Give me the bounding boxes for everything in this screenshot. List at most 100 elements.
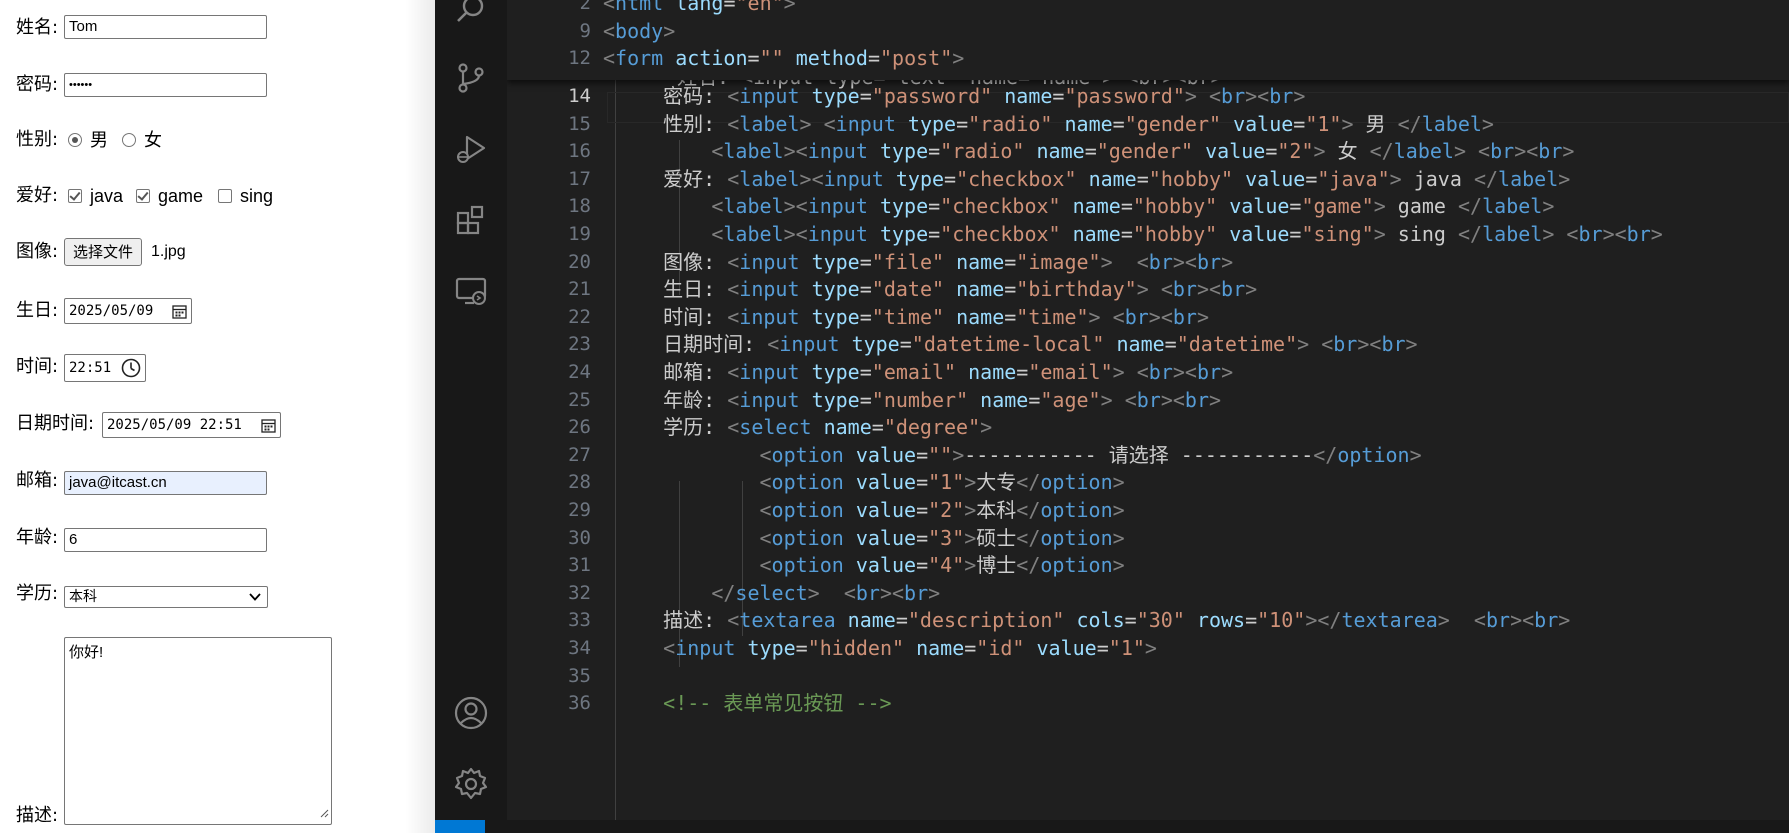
time-input[interactable]: 22:51 (64, 354, 146, 382)
code-line[interactable]: 学历: <select name="degree"> (615, 412, 992, 443)
checkbox-game[interactable] (136, 189, 150, 203)
code-line[interactable]: <label><input type="radio" name="gender"… (615, 136, 1574, 167)
line-number: 14 (568, 85, 591, 107)
hobby-option-game[interactable]: game (136, 181, 203, 211)
gender-option-male[interactable]: 男 (68, 125, 108, 155)
calendar-icon[interactable] (261, 417, 276, 441)
description-textarea[interactable]: 你好! (64, 637, 332, 825)
line-number: 34 (568, 637, 591, 659)
degree-select[interactable]: 本科 (64, 586, 268, 608)
account-icon[interactable] (447, 689, 495, 737)
degree-label: 学历: (16, 583, 59, 604)
code-line[interactable]: <label><input type="checkbox" name="hobb… (615, 191, 1554, 222)
code-line[interactable]: <!-- 表单常见按钮 --> (615, 688, 891, 719)
time-label: 时间: (16, 356, 59, 377)
hobby-option-java[interactable]: java (68, 181, 123, 211)
code-line[interactable]: <option value="1">大专</option> (615, 467, 1125, 498)
remote-indicator-button[interactable] (435, 820, 485, 833)
password-input[interactable]: •••••• (64, 73, 267, 97)
status-bar (435, 820, 1789, 833)
form-preview-panel: 姓名: Tom 密码: •••••• 性别: 男 女 爱好: java game… (0, 0, 435, 833)
degree-selected-value: 本科 (69, 589, 97, 605)
age-input[interactable]: 6 (64, 528, 267, 552)
line-number: 18 (568, 195, 591, 218)
birthday-label: 生日: (16, 300, 59, 321)
line-number: 32 (568, 581, 591, 604)
code-line[interactable]: <option value="3">硕士</option> (615, 523, 1125, 554)
gender-option-label: 男 (90, 130, 108, 150)
description-value: 你好! (69, 644, 104, 661)
image-row: 图像: (16, 237, 58, 267)
birthday-input[interactable]: 2025/05/09 (64, 298, 192, 324)
gender-row: 性别: (16, 125, 58, 155)
code-editor: 姓名: <input type="text" name="name"> <br>… (435, 0, 1789, 833)
line-number: 17 (568, 167, 591, 190)
code-line[interactable]: <label><input type="checkbox" name="hobb… (615, 219, 1662, 250)
radio-male[interactable] (68, 133, 82, 147)
line-number: 26 (568, 416, 591, 439)
checkbox-java[interactable] (68, 189, 82, 203)
age-label: 年龄: (16, 527, 59, 548)
line-number: 31 (568, 554, 591, 577)
datetime-input[interactable]: 2025/05/09 22:51 (102, 412, 281, 438)
hobby-option-label: sing (240, 186, 274, 206)
code-line[interactable]: 生日: <input type="date" name="birthday"> … (615, 274, 1257, 305)
code-line[interactable]: 爱好: <label><input type="checkbox" name="… (615, 164, 1570, 195)
hobby-option-sing[interactable]: sing (218, 181, 273, 211)
clock-icon[interactable] (121, 358, 141, 387)
sticky-line-number: 9 (579, 19, 591, 42)
line-number: 16 (568, 140, 591, 163)
hobby-option-label: game (158, 186, 204, 206)
birthday-value: 2025/05/09 (69, 303, 154, 319)
email-label: 邮箱: (16, 470, 59, 491)
sticky-scroll-header[interactable]: 2 <html lang="en"> 9 <body> 12 <form action="… (507, 0, 1789, 80)
image-label: 图像: (16, 241, 59, 262)
code-line[interactable]: <option value="2">本科</option> (615, 495, 1125, 526)
code-line[interactable]: 时间: <input type="time" name="time"> <br>… (615, 302, 1209, 333)
code-line[interactable]: <option value="">----------- 请选择 -------… (615, 440, 1422, 471)
run-debug-icon[interactable] (447, 125, 495, 173)
name-input[interactable]: Tom (64, 15, 267, 39)
time-row: 时间: (16, 352, 58, 382)
line-number: 27 (568, 443, 591, 466)
radio-female[interactable] (122, 133, 136, 147)
remote-explorer-icon[interactable] (447, 267, 495, 315)
calendar-icon[interactable] (172, 303, 187, 327)
code-line[interactable]: <option value="4">博士</option> (615, 550, 1125, 581)
age-row: 年龄: (16, 523, 58, 553)
code-line[interactable]: 日期时间: <input type="datetime-local" name=… (615, 329, 1417, 360)
datetime-label: 日期时间: (16, 413, 95, 434)
code-line[interactable]: <input type="hidden" name="id" value="1"… (615, 633, 1157, 664)
datetime-row: 日期时间: (16, 409, 94, 439)
sticky-code-line[interactable]: <form action="" method="post"> (603, 43, 964, 74)
code-area[interactable]: 姓名: <input type="text" name="name"> <br>… (507, 0, 1789, 820)
code-line[interactable]: 密码: <input type="password" name="passwor… (615, 81, 1305, 112)
extensions-icon[interactable] (447, 196, 495, 244)
code-line[interactable]: 图像: <input type="file" name="image"> <br… (615, 247, 1233, 278)
line-number: 29 (568, 499, 591, 521)
birthday-row: 生日: (16, 296, 58, 326)
source-control-icon[interactable] (447, 54, 495, 102)
code-line[interactable]: 描述: <textarea name="description" cols="3… (615, 605, 1570, 636)
code-line[interactable]: 性别: <label> <input type="radio" name="ge… (615, 109, 1494, 140)
search-icon[interactable] (447, 0, 495, 34)
code-line[interactable]: </select> <br><br> (615, 578, 940, 609)
password-row: 密码: (16, 70, 58, 100)
email-row: 邮箱: (16, 466, 58, 496)
gender-label: 性别: (16, 129, 59, 150)
line-number: 24 (568, 361, 591, 383)
sticky-code-line[interactable]: <body> (603, 16, 675, 47)
email-input[interactable]: java@itcast.cn (64, 471, 267, 495)
choose-file-button[interactable]: 选择文件 (64, 238, 143, 266)
line-number: 28 (568, 471, 591, 494)
code-line[interactable]: 年龄: <input type="number" name="age"> <br… (615, 385, 1221, 416)
name-label: 姓名: (16, 17, 59, 38)
gender-option-female[interactable]: 女 (122, 125, 162, 155)
settings-gear-icon[interactable] (447, 760, 495, 808)
checkbox-sing[interactable] (218, 189, 232, 203)
description-label: 描述: (16, 805, 59, 826)
resize-grip-icon[interactable] (319, 805, 329, 822)
line-number: 21 (568, 278, 591, 301)
code-line[interactable]: 邮箱: <input type="email" name="email"> <b… (615, 357, 1233, 388)
line-number: 19 (568, 223, 591, 245)
